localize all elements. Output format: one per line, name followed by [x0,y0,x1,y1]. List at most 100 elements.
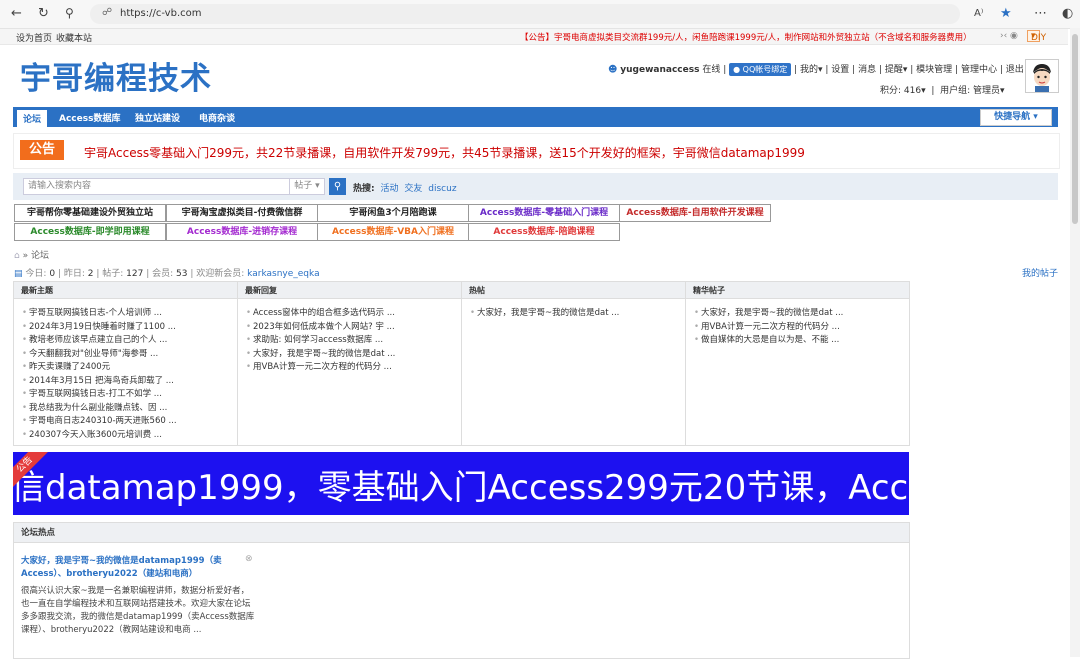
thread-link[interactable]: 做自媒体的大忌是自以为是、不能 ... [694,334,909,348]
course-link[interactable]: Access数据库-进销存课程 [166,223,318,241]
quick-nav-button[interactable]: 快捷导航 ▾ [980,109,1052,126]
announcement-text[interactable]: 宇哥Access零基础入门299元，共22节录播课，自用软件开发799元，共45… [84,144,805,161]
close-icon[interactable]: ⊗ [245,554,253,564]
qq-bind-button[interactable]: ● QQ帐号绑定 [729,63,792,76]
course-link[interactable]: Access数据库-VBA入门课程 [317,223,469,241]
course-link[interactable]: 宇哥淘宝虚拟类目-付费微信群 [166,204,318,222]
yesterday-label: 昨日: [63,269,85,279]
forum-stats: ▤ 今日: 0 | 昨日: 2 | 帖子: 127 | 会员: 53 | 欢迎新… [14,269,320,279]
course-link[interactable]: 宇哥帮你零基础建设外贸独立站 [14,204,166,222]
search-button[interactable]: ⚲ [329,178,346,195]
thread-link[interactable]: 大家好，我是宇哥~我的微信是dat ... [470,307,685,321]
column-header: 最新回复 [238,282,462,299]
column-header: 最新主题 [14,282,238,299]
user-bar: ☻ yugewanaccess 在线 | ● QQ帐号绑定 | 我的▾ | 设置… [608,63,1024,76]
course-link[interactable]: Access数据库-即学即用课程 [14,223,166,241]
refresh-icon[interactable]: ↻ [38,6,49,21]
username[interactable]: yugewanaccess [620,65,699,75]
more-icon[interactable]: ⋯ [1034,6,1047,21]
my-threads-link[interactable]: 我的帖子 [1022,266,1058,279]
menu-messages[interactable]: 消息 [858,65,876,75]
thread-link[interactable]: 求助贴: 如何学习access数据库 ... [246,334,461,348]
thread-link[interactable]: 宇哥互联网搞钱日志-打工不如学 ... [22,388,237,402]
read-aloud-icon[interactable]: A⁾ [974,8,983,19]
course-link[interactable]: Access数据库-陪跑课程 [468,223,620,241]
announcement-tag: 公告 [20,140,64,160]
top-announcement[interactable]: 【公告】宇哥电商虚拟类目交流群199元/人，闲鱼陪跑课1999元/人，制作网站和… [520,31,972,43]
nav-forum[interactable]: 论坛 [17,110,48,127]
today-label: 今日: [25,269,47,279]
hot-word-discuz[interactable]: discuz [428,184,456,194]
breadcrumb-separator: » [22,251,29,261]
breadcrumb: ⌂ » 论坛 [14,248,49,261]
thread-link[interactable]: 我总结我为什么副业能赚点钱、因 ... [22,402,237,416]
menu-my[interactable]: 我的 [800,65,818,75]
search-type-select[interactable]: 帖子 ▾ [289,178,325,195]
thread-link[interactable]: Access窗体中的组合框多选代码示 ... [246,307,461,321]
main-nav: 论坛 Access数据库 独立站建设 电商杂谈 快捷导航 ▾ [13,107,1058,127]
thread-link[interactable]: 今天翻翻我对"创业导师"海参哥 ... [22,348,237,362]
posts-value: 127 [126,269,144,279]
menu-settings[interactable]: 设置 [831,65,849,75]
hot-word-activity[interactable]: 活动 [380,184,398,194]
search-type-label: 帖子 [294,181,313,191]
scrollbar-thumb[interactable] [1072,34,1078,224]
home-icon[interactable]: ⌂ [14,251,20,261]
hot-post-title[interactable]: 大家好，我是宇哥~我的微信是datamap1999（卖Access）、broth… [21,555,246,581]
search-bar: 请输入搜索内容 帖子 ▾ ⚲ 热搜: 活动 交友 discuz [13,173,1058,200]
site-logo[interactable]: 宇哥编程技术 [20,53,212,98]
favorite-star-icon[interactable]: ★ [1000,6,1012,21]
nav-access[interactable]: Access数据库 [59,111,120,124]
hot-word-friends[interactable]: 交友 [404,184,422,194]
expand-icon[interactable]: ›‹ ◉ [1000,31,1018,41]
scrollbar[interactable] [1070,28,1080,657]
members-label: 会员: [152,269,174,279]
thread-link[interactable]: 用VBA计算一元二次方程的代码分 ... [246,361,461,375]
diy-button[interactable]: DIY ▾ [1027,30,1046,43]
avatar[interactable] [1025,59,1059,93]
set-home-link[interactable]: 设为首页 [16,31,52,44]
course-link[interactable]: 宇哥闲鱼3个月陪跑课 [317,204,469,222]
avatar-face-icon [1026,60,1058,92]
points[interactable]: 积分: 416 [880,86,921,96]
nav-ecommerce[interactable]: 电商杂谈 [199,111,235,124]
menu-admin[interactable]: 管理中心 [961,65,997,75]
address-bar[interactable]: ☍ https://c-vb.com [90,4,960,24]
new-member-link[interactable]: karkasnye_eqka [247,269,319,279]
column-header: 精华帖子 [686,282,909,299]
hot-search: 热搜: 活动 交友 discuz [353,181,457,194]
thread-link[interactable]: 2024年3月19日快睡着时赚了1100 ... [22,321,237,335]
thread-link[interactable]: 2014年3月15日 把海鸟奇兵卸载了 ... [22,375,237,389]
thread-link[interactable]: 宇哥互联网搞钱日志-个人培训师 ... [22,307,237,321]
back-icon[interactable]: ← [11,6,22,21]
thread-column: 大家好，我是宇哥~我的微信是dat ... [462,299,686,445]
course-link[interactable]: Access数据库-自用软件开发课程 [619,204,771,222]
thread-link[interactable]: 昨天卖课赚了2400元 [22,361,237,375]
announcement-box: 公告 宇哥Access零基础入门299元，共22节录播课，自用软件开发799元，… [13,133,1060,169]
promo-banner[interactable]: 信datamap1999，零基础入门Access299元20节课，Access开… [13,452,909,515]
breadcrumb-current[interactable]: 论坛 [31,251,49,261]
thread-link[interactable]: 240307今天入账3600元培训费 ... [22,429,237,443]
thread-link[interactable]: 宇哥电商日志240310-两天进账560 ... [22,415,237,429]
bookmark-link[interactable]: 收藏本站 [56,31,92,44]
search-input[interactable]: 请输入搜索内容 [23,178,291,195]
thread-link[interactable]: 大家好，我是宇哥~我的微信是dat ... [246,348,461,362]
browser-toolbar: ← ↻ ⚲ ☍ https://c-vb.com A⁾ ★ ⋯ ◐ [0,0,1080,29]
hot-topics-title: 论坛热点 [14,523,909,543]
thread-link[interactable]: 2023年如何低成本做个人网站? 宇 ... [246,321,461,335]
thread-link[interactable]: 大家好，我是宇哥~我的微信是dat ... [694,307,909,321]
thread-link[interactable]: 用VBA计算一元二次方程的代码分 ... [694,321,909,335]
menu-modules[interactable]: 模块管理 [916,65,952,75]
menu-reminders[interactable]: 提醒 [885,65,903,75]
extensions-icon[interactable]: ◐ [1062,6,1073,21]
menu-logout[interactable]: 退出 [1006,65,1024,75]
usergroup[interactable]: 用户组: 管理员 [940,86,1000,96]
thread-link[interactable]: 教培老师应该早点建立自己的个人 ... [22,334,237,348]
course-link[interactable]: Access数据库-零基础入门课程 [468,204,620,222]
url-text[interactable]: https://c-vb.com [120,8,201,19]
search-icon[interactable]: ⚲ [65,6,74,20]
lock-icon: ☍ [102,7,113,18]
nav-site-building[interactable]: 独立站建设 [135,111,180,124]
user-icon: ☻ [608,65,618,75]
stats-icon: ▤ [14,269,23,279]
